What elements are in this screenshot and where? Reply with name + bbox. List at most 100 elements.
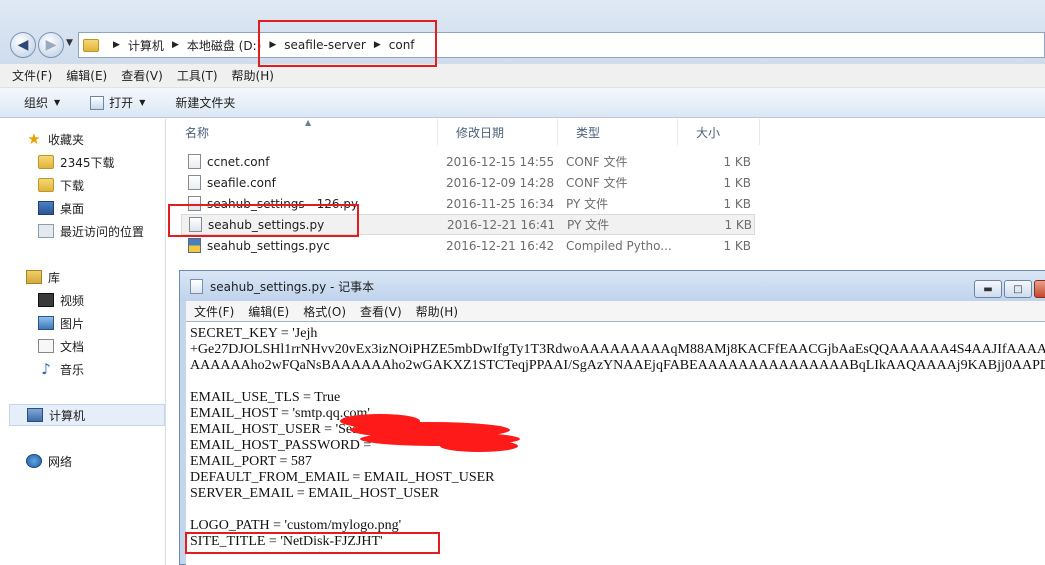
file-type: PY 文件 <box>567 218 610 232</box>
code-line: AAAAAAho2wFQaNsBAAAAAAho2wGAKXZ1STCTeqjP… <box>190 358 1045 373</box>
redaction-mark <box>440 440 518 452</box>
menu-help[interactable]: 帮助(H) <box>232 67 274 84</box>
nav-label: 文档 <box>60 339 85 354</box>
close-button[interactable] <box>1034 280 1045 298</box>
chevron-down-icon: ▼ <box>54 98 61 107</box>
open-button[interactable]: 打开 ▼ <box>90 94 145 111</box>
code-line: +Ge27DJOLSHl1rrNHvv20vEx3izNOiPHZE5mbDwI… <box>190 342 1045 357</box>
chevron-right-icon[interactable]: ▶ <box>172 40 179 50</box>
file-icon <box>188 175 201 190</box>
video-icon <box>38 293 54 307</box>
command-bar: 组织 ▼ 打开 ▼ 新建文件夹 <box>0 88 1045 118</box>
file-list: ▲ 名称 修改日期 类型 大小 ccnet.conf 2016-12-15 14… <box>167 118 1045 269</box>
np-menu-file[interactable]: 文件(F) <box>194 303 234 320</box>
column-header-size[interactable]: 大小 <box>678 119 760 145</box>
breadcrumb-drive-d[interactable]: 本地磁盘 (D:) <box>187 37 261 54</box>
file-type: Compiled Pytho... <box>566 238 672 253</box>
computer-icon <box>27 408 43 422</box>
code-line: EMAIL_USE_TLS = True <box>190 390 341 405</box>
file-icon <box>188 154 201 169</box>
music-note-icon: ♪ <box>41 360 51 378</box>
column-header-name[interactable]: 名称 <box>167 119 438 145</box>
network-icon <box>26 454 42 468</box>
menu-file[interactable]: 文件(F) <box>12 67 52 84</box>
open-label: 打开 <box>109 96 134 110</box>
nav-label: 视频 <box>60 293 85 308</box>
file-date: 2016-11-25 16:34 <box>446 196 555 211</box>
file-name: seahub_settings.pyc <box>207 238 330 253</box>
folder-icon <box>38 155 54 169</box>
nav-label: 计算机 <box>49 408 86 423</box>
open-icon <box>90 95 105 110</box>
nav-network[interactable]: 网络 <box>26 450 192 472</box>
menu-tools[interactable]: 工具(T) <box>177 67 218 84</box>
window-title: seahub_settings.py - 记事本 <box>210 279 375 294</box>
recent-places-icon <box>38 224 54 238</box>
file-row[interactable]: seafile.conf 2016-12-09 14:28 CONF 文件 1 … <box>181 172 755 193</box>
nav-label: 音乐 <box>60 362 85 377</box>
file-date: 2016-12-21 16:41 <box>447 217 556 232</box>
recent-pages-dropdown[interactable]: ▼ <box>66 38 73 48</box>
code-line: SECRET_KEY = 'Jejh <box>190 326 318 341</box>
menu-edit[interactable]: 编辑(E) <box>66 67 107 84</box>
document-icon <box>38 339 54 353</box>
notepad-text-area[interactable]: SECRET_KEY = 'Jejh +Ge27DJOLSHl1rrNHvv20… <box>186 321 1045 565</box>
nav-label: 2345下载 <box>60 155 115 170</box>
np-menu-help[interactable]: 帮助(H) <box>416 303 458 320</box>
organize-label: 组织 <box>24 96 49 110</box>
address-box[interactable]: ▶ 计算机 ▶ 本地磁盘 (D:) ▶ seafile-server ▶ con… <box>78 32 1045 58</box>
file-row[interactable]: seahub_settings.pyc 2016-12-21 16:42 Com… <box>181 235 755 256</box>
column-header-type[interactable]: 类型 <box>558 119 678 145</box>
back-button[interactable]: ◀ <box>10 32 36 58</box>
file-size: 1 KB <box>723 238 751 253</box>
highlight-box-site-title <box>185 532 440 554</box>
np-menu-view[interactable]: 查看(V) <box>360 303 402 320</box>
file-type: PY 文件 <box>566 197 609 211</box>
minimize-icon: ▬ <box>983 283 993 295</box>
file-size: 1 KB <box>723 196 751 211</box>
code-line: EMAIL_HOST_PASSWORD = ' <box>190 438 378 453</box>
file-size: 1 KB <box>723 154 751 169</box>
nav-computer[interactable]: 计算机 <box>9 404 165 426</box>
menu-view[interactable]: 查看(V) <box>121 67 163 84</box>
breadcrumb-computer[interactable]: 计算机 <box>128 37 164 54</box>
maximize-icon: □ <box>1013 283 1023 295</box>
window-controls: ▬ □ <box>972 280 1045 298</box>
nav-libraries[interactable]: 库 <box>26 266 192 288</box>
library-icon <box>26 270 42 284</box>
nav-label: 库 <box>48 270 61 285</box>
nav-label: 最近访问的位置 <box>60 224 145 239</box>
file-size: 1 KB <box>723 175 751 190</box>
chevron-down-icon: ▼ <box>139 98 146 107</box>
forward-button[interactable]: ▶ <box>38 32 64 58</box>
code-line: DEFAULT_FROM_EMAIL = EMAIL_HOST_USER <box>190 470 495 485</box>
minimize-button[interactable]: ▬ <box>974 280 1002 298</box>
chevron-right-icon[interactable]: ▶ <box>113 40 120 50</box>
column-header-date[interactable]: 修改日期 <box>438 119 558 145</box>
file-date: 2016-12-21 16:42 <box>446 238 555 253</box>
notepad-icon <box>190 278 203 294</box>
compiled-python-file-icon <box>188 238 201 253</box>
notepad-window: seahub_settings.py - 记事本 ▬ □ 文件(F) 编辑(E)… <box>179 270 1045 565</box>
nav-label: 桌面 <box>60 201 85 216</box>
file-row[interactable]: ccnet.conf 2016-12-15 14:55 CONF 文件 1 KB <box>181 151 755 172</box>
new-folder-button[interactable]: 新建文件夹 <box>175 94 235 111</box>
np-menu-edit[interactable]: 编辑(E) <box>248 303 289 320</box>
file-date: 2016-12-15 14:55 <box>446 154 555 169</box>
desktop-icon <box>38 201 54 215</box>
maximize-button[interactable]: □ <box>1004 280 1032 298</box>
np-menu-format[interactable]: 格式(O) <box>303 303 346 320</box>
forward-arrow-icon: ▶ <box>45 37 57 53</box>
folder-icon <box>83 38 99 52</box>
picture-icon <box>38 316 54 330</box>
navigation-pane: ★ 收藏夹 2345下载 下载 桌面 最近访问的位置 库 视频 图片 文档 ♪ … <box>0 119 166 565</box>
nav-label: 网络 <box>48 454 73 469</box>
back-arrow-icon: ◀ <box>17 37 29 53</box>
code-line: SERVER_EMAIL = EMAIL_HOST_USER <box>190 486 439 501</box>
nav-label: 下载 <box>60 178 85 193</box>
file-date: 2016-12-09 14:28 <box>446 175 555 190</box>
download-folder-icon <box>38 178 54 192</box>
notepad-title-bar[interactable]: seahub_settings.py - 记事本 ▬ □ <box>180 271 1045 301</box>
highlight-box-address <box>258 20 437 67</box>
organize-button[interactable]: 组织 ▼ <box>24 94 60 111</box>
